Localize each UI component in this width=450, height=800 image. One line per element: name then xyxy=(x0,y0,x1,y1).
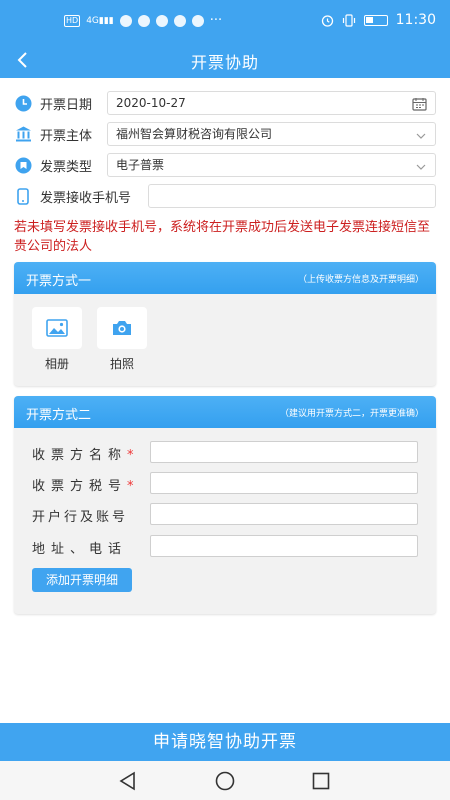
payee-tax-label: 收票方税号* xyxy=(32,479,134,494)
phone-label: 发票接收手机号 xyxy=(40,190,132,206)
clock-time: 11:30 xyxy=(395,12,436,28)
address-phone-row: 地址、电话 xyxy=(32,535,418,557)
sms-notice: 若未填写发票接收手机号，系统将在开票成功后发送电子发票连接短信至贵公司的法人 xyxy=(14,220,431,254)
bank-account-row: 开户行及账号 xyxy=(32,503,418,525)
invoice-type-value: 电子普票 xyxy=(116,158,165,172)
nav-bar: 开票协助 xyxy=(0,42,450,78)
payee-tax-row: 收票方税号* xyxy=(32,472,418,494)
send-icon xyxy=(155,14,168,27)
wechat-icon xyxy=(191,14,204,27)
address-phone-label: 地址、电话 xyxy=(32,542,128,557)
image-icon xyxy=(46,319,68,337)
invoice-type-select[interactable]: 电子普票 xyxy=(107,153,436,177)
camera-button[interactable] xyxy=(97,307,147,349)
calendar-icon[interactable] xyxy=(412,96,427,118)
back-triangle-icon[interactable] xyxy=(117,770,139,792)
signal-icon: 4G▮▮▮ xyxy=(86,15,114,26)
clock-icon xyxy=(14,94,32,112)
vibrate-icon xyxy=(342,13,355,27)
invoice-type-label: 发票类型 xyxy=(40,159,93,175)
battery-icon xyxy=(363,14,388,26)
payee-name-label: 收票方名称* xyxy=(32,448,134,463)
date-row: 开票日期 2020-10-27 xyxy=(14,91,436,115)
message-icon xyxy=(137,14,150,27)
recents-square-icon[interactable] xyxy=(310,770,332,792)
entity-row: 开票主体 福州智会算财税咨询有限公司 xyxy=(14,122,436,146)
system-nav-bar xyxy=(0,761,450,800)
required-mark: * xyxy=(127,479,134,494)
payee-tax-input[interactable] xyxy=(150,472,418,494)
entity-value: 福州智会算财税咨询有限公司 xyxy=(116,127,273,141)
date-value: 2020-10-27 xyxy=(116,96,186,110)
camera-tile: 拍照 xyxy=(97,307,147,372)
camera-label: 拍照 xyxy=(109,357,134,371)
status-bar: HD 4G▮▮▮ ··· 11:30 xyxy=(0,0,450,42)
home-circle-icon[interactable] xyxy=(214,770,236,792)
invoice-type-row: 发票类型 电子普票 xyxy=(14,153,436,177)
method-one-title: 开票方式一 xyxy=(26,274,92,289)
bank-account-input[interactable] xyxy=(150,503,418,525)
notification-icons: HD 4G▮▮▮ ··· xyxy=(64,13,222,28)
chevron-down-icon xyxy=(415,127,427,149)
entity-select[interactable]: 福州智会算财税咨询有限公司 xyxy=(107,122,436,146)
method-one-hint: （上传收票方信息及开票明细） xyxy=(297,275,424,285)
phone-row: 发票接收手机号 xyxy=(14,184,436,208)
method-one-header: 开票方式一 （上传收票方信息及开票明细） xyxy=(14,262,436,294)
album-tile: 相册 xyxy=(32,307,82,372)
date-picker-field[interactable]: 2020-10-27 xyxy=(107,91,436,115)
bank-account-label: 开户行及账号 xyxy=(32,510,129,525)
bank-icon xyxy=(14,125,32,143)
app-icon xyxy=(173,14,186,27)
album-button[interactable] xyxy=(32,307,82,349)
phone-icon xyxy=(14,187,32,205)
add-invoice-detail-button[interactable]: 添加开票明细 xyxy=(32,568,132,592)
camera-icon xyxy=(113,321,131,335)
method-two-title: 开票方式二 xyxy=(26,408,92,423)
system-status: 11:30 xyxy=(321,12,436,28)
entity-label: 开票主体 xyxy=(40,128,93,144)
alarm-icon xyxy=(321,14,333,27)
page-title: 开票协助 xyxy=(190,53,259,72)
date-label: 开票日期 xyxy=(40,97,93,113)
address-phone-input[interactable] xyxy=(150,535,418,557)
chevron-down-icon xyxy=(415,158,427,180)
tag-icon xyxy=(14,156,32,174)
required-mark: * xyxy=(127,448,134,463)
method-two-header: 开票方式二 （建议用开票方式二，开票更准确） xyxy=(14,396,436,428)
phone-input[interactable] xyxy=(148,184,436,208)
app-notification-icon xyxy=(119,14,132,27)
method-two-card: 开票方式二 （建议用开票方式二，开票更准确） 收票方名称* 收票方税号* 开户行… xyxy=(14,396,436,614)
payee-name-input[interactable] xyxy=(150,441,418,463)
album-label: 相册 xyxy=(44,357,69,371)
submit-button[interactable]: 申请晓智协助开票 xyxy=(0,723,450,761)
method-two-hint: （建议用开票方式二，开票更准确） xyxy=(279,409,424,419)
more-notifications-icon: ··· xyxy=(209,13,223,28)
method-one-card: 开票方式一 （上传收票方信息及开票明细） 相册 拍照 xyxy=(14,262,436,386)
hd-icon: HD xyxy=(64,14,81,27)
payee-name-row: 收票方名称* xyxy=(32,441,418,463)
